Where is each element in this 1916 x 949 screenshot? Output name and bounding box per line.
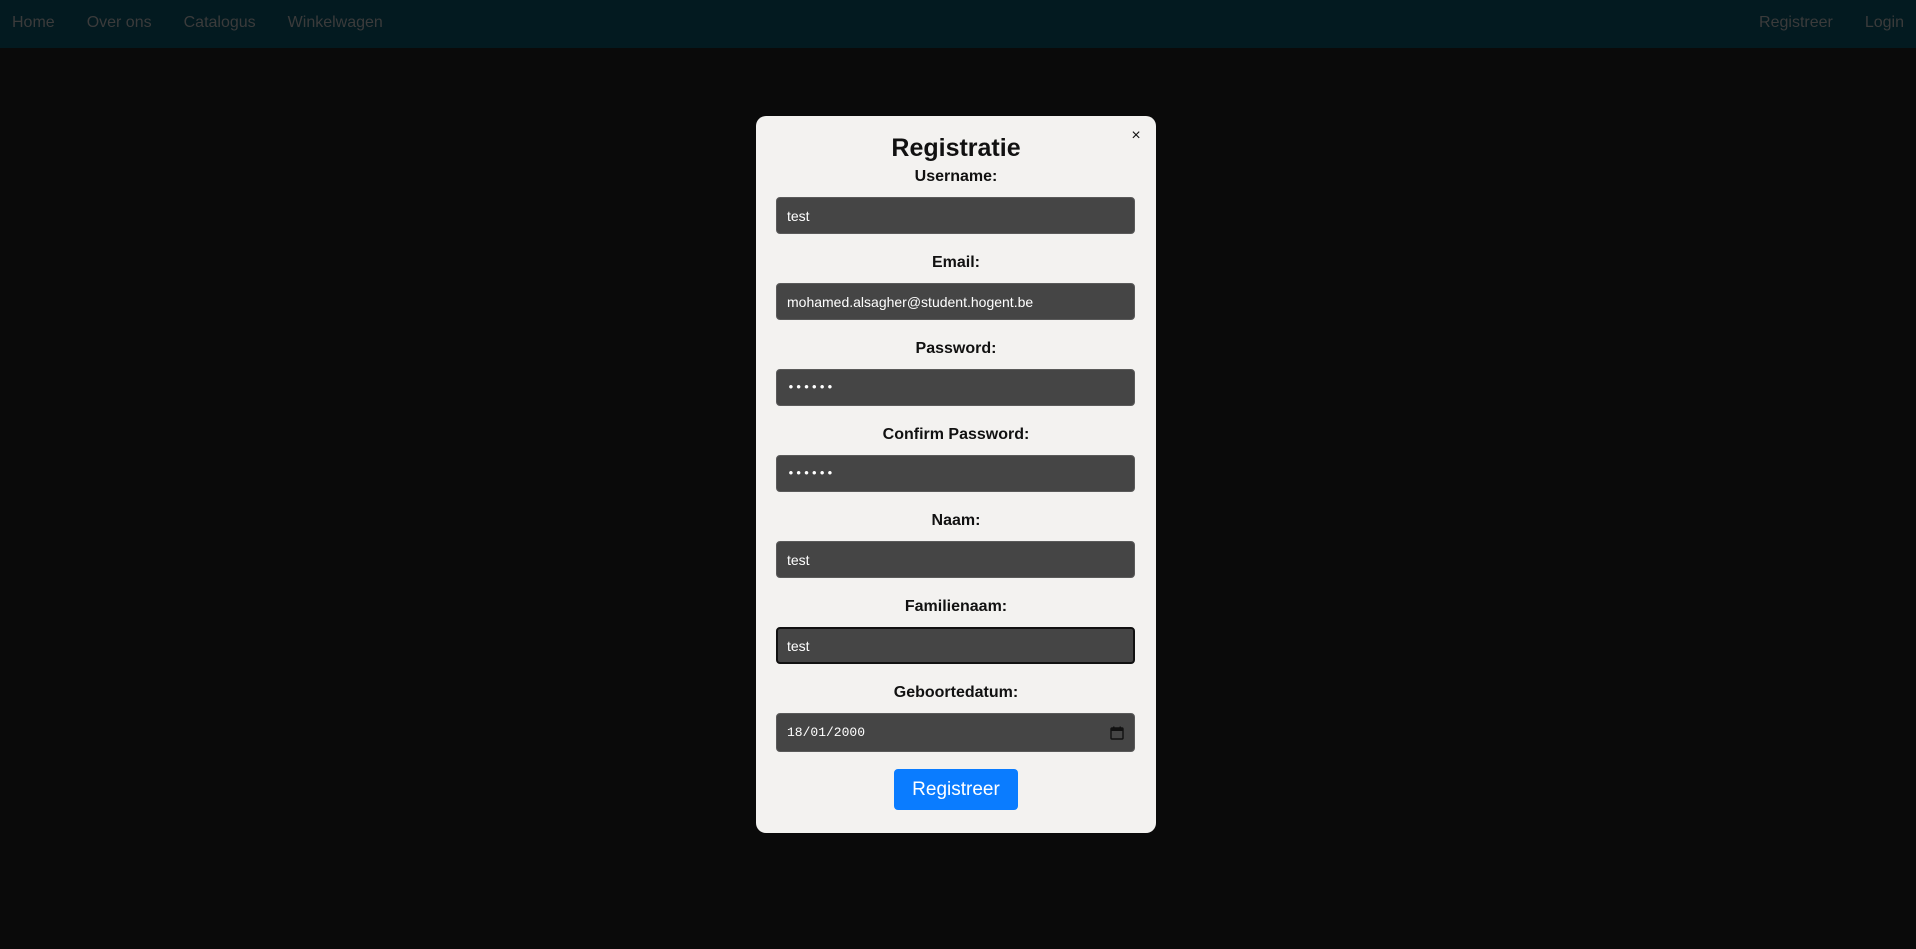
geboortedatum-date-input[interactable]: 18/01/2000 <box>776 713 1135 752</box>
confirm-password-label: Confirm Password: <box>882 426 1030 443</box>
familienaam-label: Familienaam: <box>904 598 1008 615</box>
naam-input[interactable] <box>776 541 1135 578</box>
email-input[interactable] <box>776 283 1135 320</box>
username-input[interactable] <box>776 197 1135 234</box>
calendar-icon[interactable] <box>1110 726 1124 740</box>
registreer-submit-button[interactable]: Registreer <box>894 769 1018 810</box>
nav-link-registreer[interactable]: Registreer <box>1759 14 1833 32</box>
username-label: Username: <box>914 168 998 185</box>
geboortedatum-label: Geboortedatum: <box>893 684 1019 701</box>
email-label: Email: <box>931 254 980 271</box>
confirm-password-input[interactable] <box>776 455 1135 492</box>
nav-link-login[interactable]: Login <box>1865 14 1904 32</box>
nav-right-group: Registreer Login <box>1727 0 1916 46</box>
nav-left-group: Home Over ons Catalogus Winkelwagen <box>12 0 415 46</box>
naam-label: Naam: <box>931 512 981 529</box>
nav-link-over-ons[interactable]: Over ons <box>87 14 152 32</box>
registration-modal: × Registratie Username: Email: Password:… <box>756 116 1156 833</box>
modal-title: Registratie <box>891 134 1021 162</box>
top-navbar: Home Over ons Catalogus Winkelwagen Regi… <box>0 0 1916 48</box>
nav-link-winkelwagen[interactable]: Winkelwagen <box>288 14 383 32</box>
password-label: Password: <box>915 340 997 357</box>
nav-link-home[interactable]: Home <box>12 14 55 32</box>
familienaam-input[interactable] <box>776 627 1135 664</box>
password-input[interactable] <box>776 369 1135 406</box>
nav-link-catalogus[interactable]: Catalogus <box>184 14 256 32</box>
date-value: 18/01/2000 <box>787 725 866 740</box>
